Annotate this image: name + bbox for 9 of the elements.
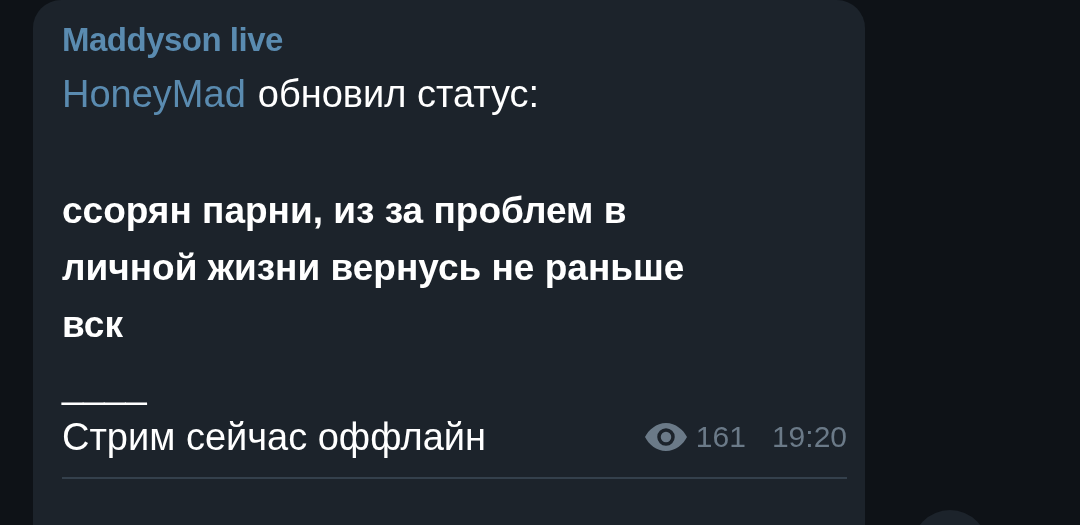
status-text: обновил статус: xyxy=(257,72,540,117)
message-text: ссорян парни, из за проблем в личной жизни вернусь не раньше вск xyxy=(62,189,686,347)
footer-text: Стрим сейчас оффлайн xyxy=(62,415,487,460)
view-count: 161 xyxy=(695,419,746,455)
separator-text: ____ xyxy=(62,362,148,407)
author-name[interactable]: HoneyMad xyxy=(62,64,246,124)
message-time: 19:20 xyxy=(771,419,847,455)
eye-icon xyxy=(643,422,688,451)
channel-name[interactable]: Maddyson live xyxy=(62,16,847,64)
